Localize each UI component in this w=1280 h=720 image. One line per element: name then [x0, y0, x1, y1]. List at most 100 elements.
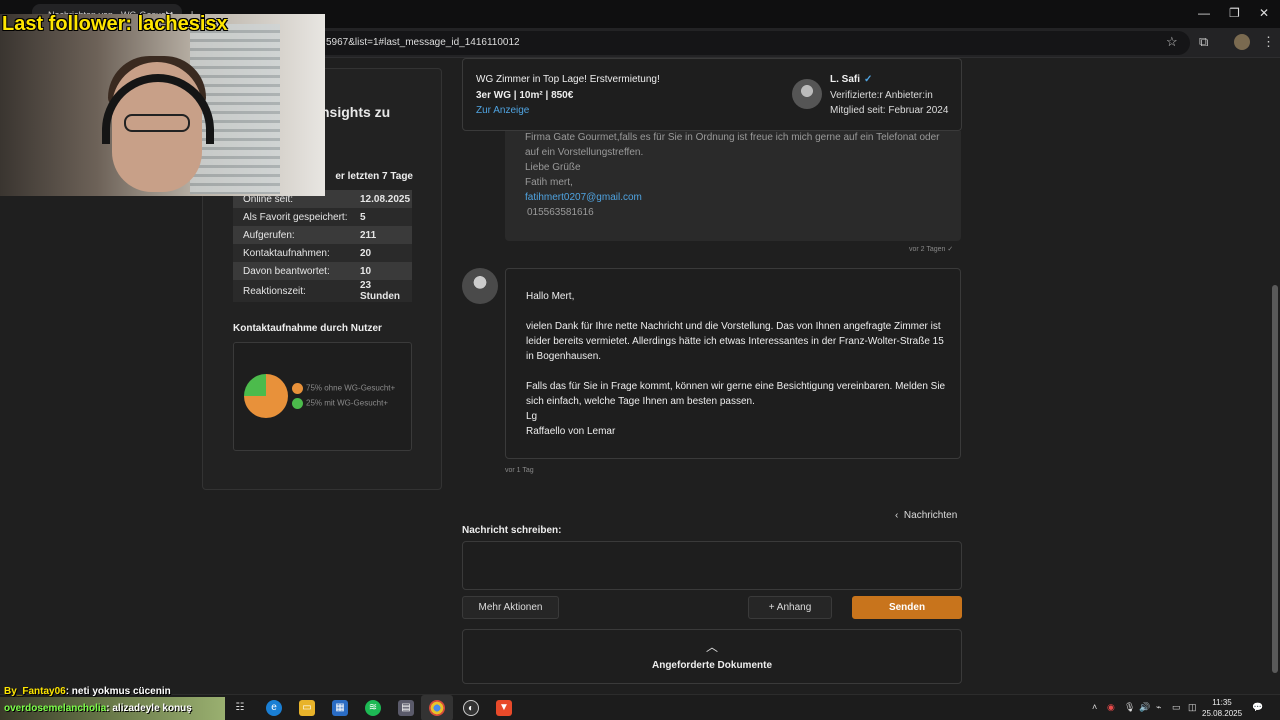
stat-label: Als Favorit gespeichert:	[243, 211, 348, 223]
message-timestamp: vor 1 Tag	[505, 467, 534, 474]
message-bubble-received: Hallo Mert, vielen Dank für Ihre nette N…	[505, 268, 961, 459]
clock-time: 11:35	[1212, 698, 1232, 707]
message-line: leider bereits vermietet. Allerdings hät…	[526, 336, 944, 347]
chevron-up-icon[interactable]: ˄	[1092, 702, 1097, 712]
chat-line: overdosemelancholia: alizadeyle konuş	[4, 703, 192, 714]
calculator-icon[interactable]: ▤	[398, 700, 414, 716]
compose-label: Nachricht schreiben:	[462, 525, 562, 536]
browser-menu-icon[interactable]: ⋮	[1262, 34, 1275, 50]
table-row: Aufgerufen: 211	[233, 226, 412, 244]
legend-item: 25% mit WG-Gesucht+	[292, 398, 388, 409]
stream-chat-message: overdosemelancholia: alizadeyle konuş	[0, 697, 225, 720]
view-listing-link[interactable]: Zur Anzeige	[476, 105, 529, 116]
stat-label: Davon beantwortet:	[243, 265, 330, 277]
plus-icon: +	[768, 602, 775, 613]
scrollbar-thumb[interactable]	[1272, 285, 1278, 673]
chat-text: : alizadeyle konuş	[106, 703, 192, 714]
brave-icon[interactable]: ▼	[496, 700, 512, 716]
obs-icon[interactable]: ◐	[463, 700, 479, 716]
file-explorer-icon[interactable]: ▭	[299, 700, 315, 716]
requested-documents-panel[interactable]: ︿ Angeforderte Dokumente	[462, 629, 962, 684]
clock-date: 25.08.2025	[1202, 709, 1243, 718]
table-row: Davon beantwortet: 10	[233, 262, 412, 280]
read-check-icon: ✓	[947, 246, 954, 253]
table-row: Als Favorit gespeichert: 5	[233, 208, 412, 226]
pie-slice-mit	[244, 374, 266, 396]
send-button[interactable]: Senden	[852, 596, 962, 619]
contact-pie-chart: 75% ohne WG-Gesucht+ 25% mit WG-Gesucht+	[233, 342, 412, 451]
network-icon[interactable]: ⌁	[1156, 702, 1161, 713]
listing-details: 3er WG | 10m² | 850€	[476, 90, 574, 101]
seller-name-row: L. Safi ✓	[830, 74, 872, 85]
microphone-icon[interactable]: 🎙	[1124, 702, 1135, 713]
restore-icon[interactable]: ❐	[1229, 6, 1240, 20]
member-since: Mitglied seit: Februar 2024	[830, 105, 949, 116]
message-line: auf ein Vorstellungstreffen.	[525, 147, 644, 158]
legend-dot	[292, 383, 303, 394]
message-line: sich einfach, welche Tage Ihnen am beste…	[526, 396, 755, 407]
spotify-icon[interactable]: ≋	[365, 700, 381, 716]
stat-label: Kontaktaufnahmen:	[243, 247, 330, 259]
store-icon[interactable]: ▦	[332, 700, 348, 716]
back-link-label: Nachrichten	[903, 510, 958, 521]
extensions-icon[interactable]: ⧉	[1199, 34, 1208, 50]
legend-label: 75% ohne WG-Gesucht+	[306, 383, 396, 393]
chat-username: overdosemelancholia	[4, 703, 107, 714]
chevron-up-icon: ︿	[705, 640, 718, 654]
message-line: Raffaello von Lemar	[526, 426, 616, 437]
stream-chat-message: By_Fantay06: neti yokmus cücenin	[4, 686, 171, 697]
attachment-label: Anhang	[776, 602, 812, 613]
notification-icon[interactable]: 💬	[1252, 702, 1263, 713]
battery-icon[interactable]: ▭	[1172, 702, 1181, 713]
phone-number: 015563581616	[527, 207, 594, 218]
message-line: Liebe Grüße	[525, 162, 581, 173]
more-actions-button[interactable]: Mehr Aktionen	[462, 596, 559, 619]
verified-check-icon: ✓	[864, 74, 873, 85]
chrome-icon[interactable]	[429, 700, 445, 716]
message-input[interactable]	[462, 541, 962, 590]
task-view-icon[interactable]: ☷	[232, 700, 248, 716]
message-timestamp: vor 2 Tagen ✓	[909, 245, 953, 253]
message-line: Lg	[526, 411, 538, 422]
seller-avatar[interactable]	[792, 79, 822, 109]
edge-icon[interactable]: e	[266, 700, 282, 716]
stat-value: 23 Stunden	[360, 280, 400, 302]
minimize-icon[interactable]: —	[1198, 6, 1210, 20]
back-to-messages-link[interactable]: ‹ Nachrichten	[895, 510, 957, 521]
table-row: Reaktionszeit: 23 Stunden	[233, 280, 412, 302]
stat-value: 12.08.2025	[360, 193, 411, 205]
taskbar-clock[interactable]: 11:35 25.08.2025	[1202, 697, 1242, 719]
message-bubble-sent: Firma Gate Gourmet,falls es für Sie in O…	[505, 131, 961, 241]
message-line: Hallo Mert,	[526, 291, 575, 302]
antivirus-icon[interactable]: ◉	[1107, 702, 1115, 713]
message-line: Falls das für Sie in Frage kommt, können…	[526, 381, 946, 392]
timestamp-text: vor 2 Tagen	[909, 246, 946, 253]
stat-value: 20	[360, 247, 372, 259]
chat-text: : neti yokmus cücenin	[65, 686, 171, 697]
email-link[interactable]: fatihmert0207@gmail.com	[525, 192, 642, 203]
last-follower-banner: Last follower: lachesisx	[2, 13, 228, 35]
table-row: Kontaktaufnahmen: 20	[233, 244, 412, 262]
chat-username: By_Fantay06	[4, 686, 66, 697]
stat-label: Reaktionszeit:	[243, 285, 306, 297]
sender-avatar	[462, 268, 498, 304]
legend-dot	[292, 398, 303, 409]
glasses-icon	[124, 114, 190, 132]
legend-item: 75% ohne WG-Gesucht+	[292, 383, 395, 394]
stat-value: 10	[360, 265, 372, 277]
message-line: vielen Dank für Ihre nette Nachricht und…	[526, 321, 941, 332]
close-window-icon[interactable]: ✕	[1259, 6, 1269, 20]
address-bar-url: 5967&list=1#last_message_id_1416110012	[326, 37, 520, 48]
seller-status: Verifizierte:r Anbieter:in	[830, 90, 933, 101]
stat-label: Aufgerufen:	[243, 229, 295, 241]
display-icon[interactable]: ◫	[1188, 702, 1197, 713]
chevron-left-icon: ‹	[895, 510, 899, 521]
seller-name[interactable]: L. Safi	[830, 74, 860, 85]
requested-documents-label: Angeforderte Dokumente	[651, 660, 772, 671]
bookmark-star-icon[interactable]: ☆	[1166, 34, 1178, 50]
volume-icon[interactable]: 🔊	[1139, 702, 1150, 713]
attachment-button[interactable]: + Anhang	[748, 596, 832, 619]
address-bar[interactable]: 5967&list=1#last_message_id_1416110012	[230, 31, 1190, 55]
profile-avatar[interactable]	[1234, 34, 1250, 50]
legend-label: 25% mit WG-Gesucht+	[306, 398, 389, 408]
